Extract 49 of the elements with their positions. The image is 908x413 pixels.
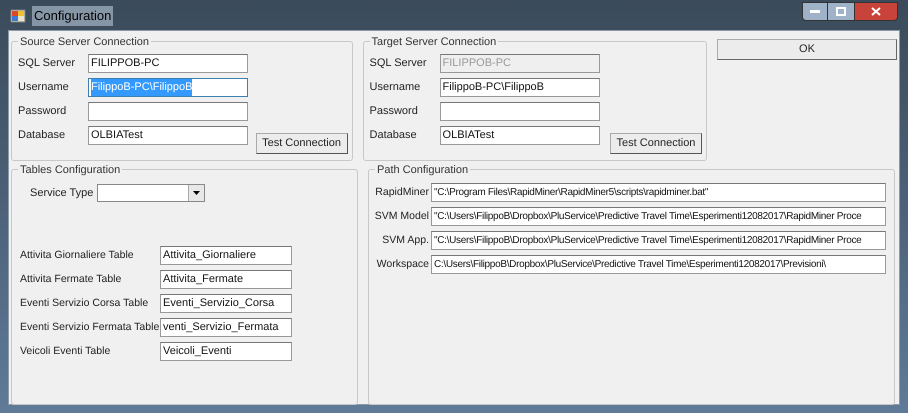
field-label: Eventi Servizio Fermata Table	[20, 320, 160, 335]
app-icon	[10, 8, 26, 24]
field-label: SQL Server	[18, 56, 76, 72]
field-label: Password	[18, 104, 68, 120]
text-field[interactable]: FILIPPOB-PC	[88, 54, 248, 73]
field-label: Workspace	[376, 256, 429, 272]
group-title: Target Server Connection	[370, 34, 498, 50]
field-label: Database	[18, 128, 66, 144]
minimize-button[interactable]	[802, 2, 828, 21]
text-field[interactable]: Eventi_Servizio_Corsa	[160, 294, 292, 313]
field-label: Password	[370, 104, 419, 120]
field-label: RapidMiner	[374, 184, 429, 200]
ok-button[interactable]: OK	[717, 39, 897, 60]
field-label: SVM App.	[381, 232, 429, 248]
maximize-icon	[836, 7, 846, 16]
text-field[interactable]: "C:\Users\FilippoB\Dropbox\PluService\Predictive Travel Time\Esperimenti12082017\RapidMiner Proce	[431, 231, 886, 250]
close-icon	[871, 7, 881, 16]
field-label: SQL Server	[370, 56, 428, 72]
service-type-dropdown[interactable]	[97, 184, 206, 202]
text-field[interactable]	[88, 102, 248, 121]
text-field[interactable]: OLBIATest	[88, 126, 248, 145]
field-label: Eventi Servizio Corsa Table	[20, 296, 150, 311]
text-field[interactable]: Veicoli_Eventi	[160, 342, 292, 361]
field-label: Service Type	[30, 186, 94, 201]
test-connection-button[interactable]: Test Connection	[610, 133, 702, 154]
close-button[interactable]	[854, 2, 898, 21]
window-title: Configuration	[32, 6, 114, 26]
test-connection-button[interactable]: Test Connection	[256, 133, 348, 154]
text-field[interactable]: C:\Users\FilippoB\Dropbox\PluService\Predictive Travel Time\Esperimenti12082017\Previsioni\	[431, 255, 886, 274]
text-field[interactable]: FilippoB-PC\FilippoB	[440, 78, 600, 97]
field-label: Username	[370, 80, 422, 96]
field-label: Database	[370, 128, 418, 144]
text-field[interactable]	[440, 102, 600, 121]
group-title: Path Configuration	[375, 162, 470, 178]
field-label: SVM Model	[374, 208, 429, 224]
text-field[interactable]: "C:\Users\FilippoB\Dropbox\PluService\Predictive Travel Time\Esperimenti12082017\RapidMiner Proce	[431, 207, 886, 226]
text-field[interactable]: venti_Servizio_Fermata	[160, 318, 292, 337]
text-field[interactable]: Attivita_Fermate	[160, 270, 292, 289]
field-label: Attivita Fermate Table	[20, 272, 122, 287]
text-field[interactable]: OLBIATest	[440, 126, 600, 145]
maximize-button[interactable]	[828, 2, 854, 21]
text-field[interactable]: Attivita_Giornaliere	[160, 246, 292, 265]
field-label: Username	[18, 80, 70, 96]
field-label: Veicoli Eventi Table	[20, 344, 112, 359]
text-field[interactable]: "C:\Program Files\RapidMiner\RapidMiner5\scripts\rapidminer.bat"	[431, 183, 886, 202]
group-title: Tables Configuration	[18, 162, 122, 178]
minimize-icon	[810, 10, 820, 14]
dropdown-arrow-icon	[193, 191, 200, 195]
field-label: Attivita Giornaliere Table	[20, 248, 135, 263]
